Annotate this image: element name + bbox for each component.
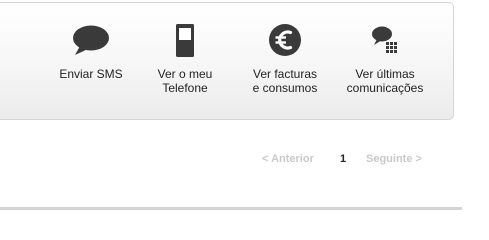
view-phone-label-line-2: Telefone [162,81,208,95]
view-phone-label: Ver o meu Telefone [145,67,225,95]
next-page-link[interactable]: Seguinte > [366,153,422,165]
quick-actions-panel: Enviar SMS Ver o meu Telefone Ver factur… [0,2,454,120]
view-phone-button[interactable]: Ver o meu Telefone [145,3,225,121]
view-communications-label-line-1: Ver últimas [355,67,415,81]
view-bills-label-line-2: e consumos [252,81,318,95]
view-communications-label: Ver últimas comunicações [335,67,435,95]
view-bills-label: Ver facturas e consumos [240,67,330,95]
current-page-number: 1 [340,153,347,165]
bottom-divider [0,207,462,210]
speech-bubble-icon [71,23,111,59]
send-sms-label-line: Enviar SMS [59,67,123,81]
send-sms-label: Enviar SMS [51,67,131,81]
send-sms-button[interactable]: Enviar SMS [51,3,131,121]
pagination: < Anterior 1 Seguinte > [0,153,489,167]
previous-page-link[interactable]: < Anterior [262,153,314,165]
mobile-phone-icon [165,23,205,59]
euro-icon [265,23,305,59]
chat-keypad-icon [365,23,405,59]
view-bills-label-line-1: Ver facturas [252,67,318,81]
view-communications-button[interactable]: Ver últimas comunicações [335,3,435,121]
view-phone-label-line-1: Ver o meu [157,67,213,81]
view-communications-label-line-2: comunicações [346,81,424,95]
view-bills-button[interactable]: Ver facturas e consumos [240,3,330,121]
